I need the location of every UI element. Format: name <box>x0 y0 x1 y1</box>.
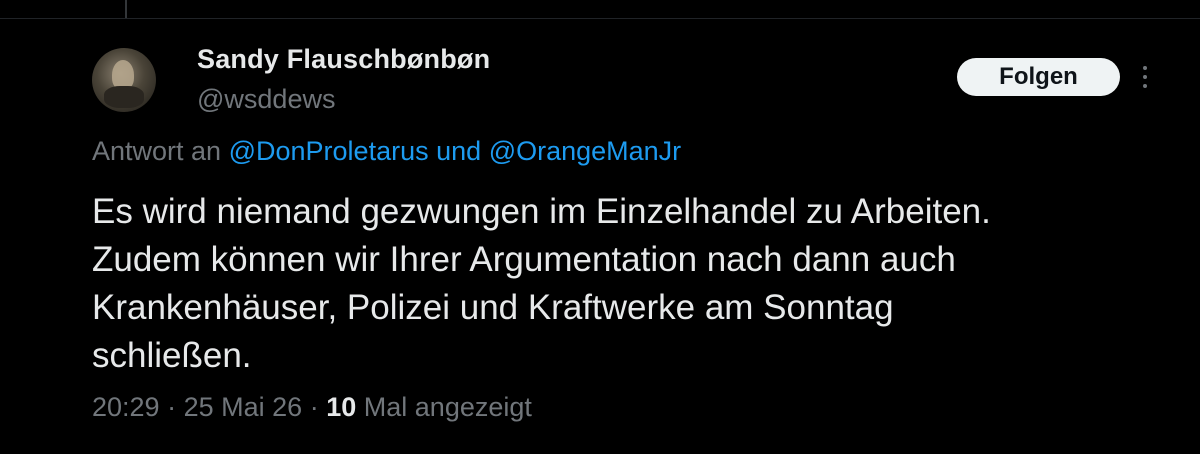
tweet-line: schließen. <box>92 336 252 375</box>
reply-context: Antwort an @DonProletarus und @OrangeMan… <box>92 136 681 167</box>
tweet-meta: 20:29 · 25 Mai 26 · 10 Mal angezeigt <box>92 392 532 423</box>
more-dots-vertical-icon[interactable] <box>1135 60 1155 94</box>
reply-prefix: Antwort an <box>92 136 222 166</box>
tweet-line: Es wird niemand gezwungen im Einzelhande… <box>92 192 991 231</box>
meta-separator: · <box>167 392 177 422</box>
views-label: Mal angezeigt <box>363 392 532 422</box>
author-display-name[interactable]: Sandy Flauschbønbøn <box>197 44 490 75</box>
divider <box>0 18 1200 19</box>
avatar-shadow <box>104 86 144 108</box>
mention-link[interactable]: @DonProletarus <box>229 136 429 166</box>
thread-connector-line <box>125 0 127 18</box>
tweet-card: Sandy Flauschbønbøn @wsddews Folgen Antw… <box>0 0 1200 454</box>
follow-button[interactable]: Folgen <box>957 58 1120 96</box>
dot <box>1143 66 1147 70</box>
tweet-line: Krankenhäuser, Polizei und Kraftwerke am… <box>92 288 894 327</box>
tweet-date[interactable]: 25 Mai 26 <box>184 392 303 422</box>
dot <box>1143 84 1147 88</box>
tweet-text: Es wird niemand gezwungen im Einzelhande… <box>92 188 1152 380</box>
views-count: 10 <box>326 392 357 422</box>
tweet-line: Zudem können wir Ihrer Argumentation nac… <box>92 240 956 279</box>
tweet-time[interactable]: 20:29 <box>92 392 160 422</box>
mention-link[interactable]: @OrangeManJr <box>489 136 681 166</box>
meta-separator: · <box>309 392 319 422</box>
dot <box>1143 75 1147 79</box>
avatar[interactable] <box>92 48 156 112</box>
reply-connector[interactable]: und <box>436 136 481 166</box>
author-handle[interactable]: @wsddews <box>197 84 335 115</box>
